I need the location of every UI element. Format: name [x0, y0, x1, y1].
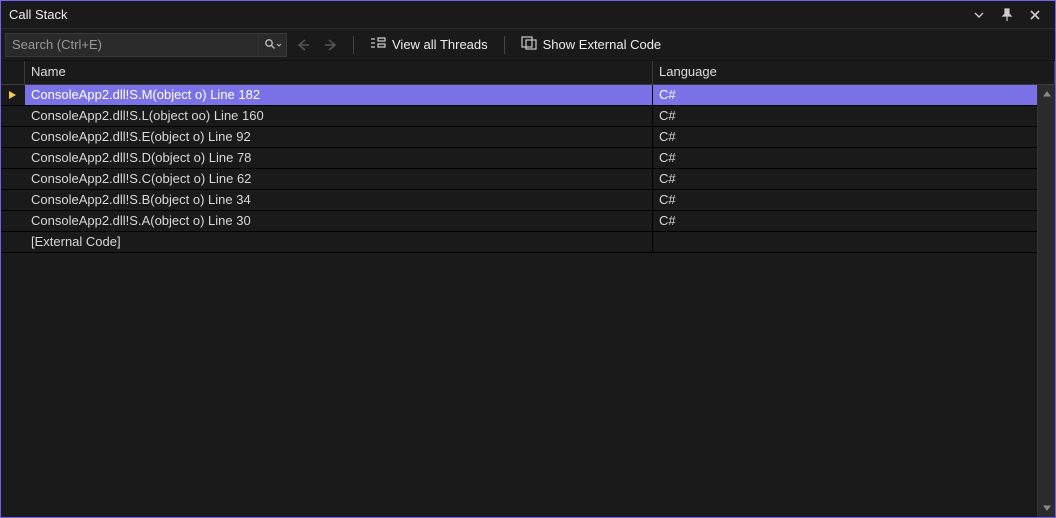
- search-input[interactable]: [6, 34, 258, 56]
- frame-language: [653, 232, 1037, 252]
- frame-gutter: [1, 85, 25, 105]
- frame-name: ConsoleApp2.dll!S.M(object o) Line 182: [25, 85, 653, 105]
- frame-gutter: [1, 169, 25, 189]
- view-all-threads-button[interactable]: View all Threads: [364, 33, 494, 57]
- panel-titlebar: Call Stack: [1, 1, 1055, 29]
- stack-frame-row[interactable]: ConsoleApp2.dll!S.C(object o) Line 62C#: [1, 169, 1037, 190]
- scroll-track[interactable]: [1038, 103, 1055, 499]
- frame-gutter: [1, 106, 25, 126]
- frame-name: ConsoleApp2.dll!S.L(object oo) Line 160: [25, 106, 653, 126]
- table-header: Name Language: [1, 61, 1055, 85]
- stack-frame-row[interactable]: [External Code]: [1, 232, 1037, 253]
- vertical-scrollbar[interactable]: [1037, 85, 1055, 517]
- frame-gutter: [1, 148, 25, 168]
- show-external-code-label: Show External Code: [543, 37, 662, 52]
- stack-frame-row[interactable]: ConsoleApp2.dll!S.L(object oo) Line 160C…: [1, 106, 1037, 127]
- scroll-down-button[interactable]: [1038, 499, 1055, 517]
- scroll-up-button[interactable]: [1038, 85, 1055, 103]
- column-header-language[interactable]: Language: [653, 61, 1055, 84]
- frame-language: C#: [653, 169, 1037, 189]
- frame-language: C#: [653, 148, 1037, 168]
- panel-title: Call Stack: [7, 7, 965, 22]
- frame-gutter: [1, 190, 25, 210]
- column-header-name[interactable]: Name: [25, 61, 653, 84]
- frame-gutter: [1, 127, 25, 147]
- toolbar-separator: [353, 36, 354, 54]
- panel-toolbar: View all Threads Show External Code: [1, 29, 1055, 61]
- frame-name: ConsoleApp2.dll!S.C(object o) Line 62: [25, 169, 653, 189]
- external-code-icon: [521, 36, 537, 53]
- frame-name: ConsoleApp2.dll!S.A(object o) Line 30: [25, 211, 653, 231]
- show-external-code-button[interactable]: Show External Code: [515, 33, 668, 57]
- frame-gutter: [1, 211, 25, 231]
- stack-frame-row[interactable]: ConsoleApp2.dll!S.A(object o) Line 30C#: [1, 211, 1037, 232]
- stack-frame-row[interactable]: ConsoleApp2.dll!S.D(object o) Line 78C#: [1, 148, 1037, 169]
- search-box: [5, 33, 287, 57]
- frame-language: C#: [653, 106, 1037, 126]
- frame-language: C#: [653, 211, 1037, 231]
- call-stack-panel: Call Stack: [0, 0, 1056, 518]
- frame-language: C#: [653, 85, 1037, 105]
- frame-name: ConsoleApp2.dll!S.D(object o) Line 78: [25, 148, 653, 168]
- frame-language: C#: [653, 127, 1037, 147]
- stack-frame-row[interactable]: ConsoleApp2.dll!S.B(object o) Line 34C#: [1, 190, 1037, 211]
- frame-name: ConsoleApp2.dll!S.E(object o) Line 92: [25, 127, 653, 147]
- nav-back-button[interactable]: [291, 33, 315, 57]
- view-all-threads-label: View all Threads: [392, 37, 488, 52]
- stack-frame-row[interactable]: ConsoleApp2.dll!S.E(object o) Line 92C#: [1, 127, 1037, 148]
- frame-name: [External Code]: [25, 232, 653, 252]
- nav-forward-button[interactable]: [319, 33, 343, 57]
- frame-gutter: [1, 232, 25, 252]
- panel-options-button[interactable]: [965, 3, 993, 27]
- close-button[interactable]: [1021, 3, 1049, 27]
- current-frame-icon: [7, 89, 19, 101]
- stack-frame-row[interactable]: ConsoleApp2.dll!S.M(object o) Line 182C#: [1, 85, 1037, 106]
- table-body: ConsoleApp2.dll!S.M(object o) Line 182C#…: [1, 85, 1055, 517]
- toolbar-separator: [504, 36, 505, 54]
- frame-language: C#: [653, 190, 1037, 210]
- pin-button[interactable]: [993, 3, 1021, 27]
- header-gutter: [1, 61, 25, 84]
- threads-icon: [370, 36, 386, 53]
- frame-name: ConsoleApp2.dll!S.B(object o) Line 34: [25, 190, 653, 210]
- search-options-button[interactable]: [258, 34, 286, 56]
